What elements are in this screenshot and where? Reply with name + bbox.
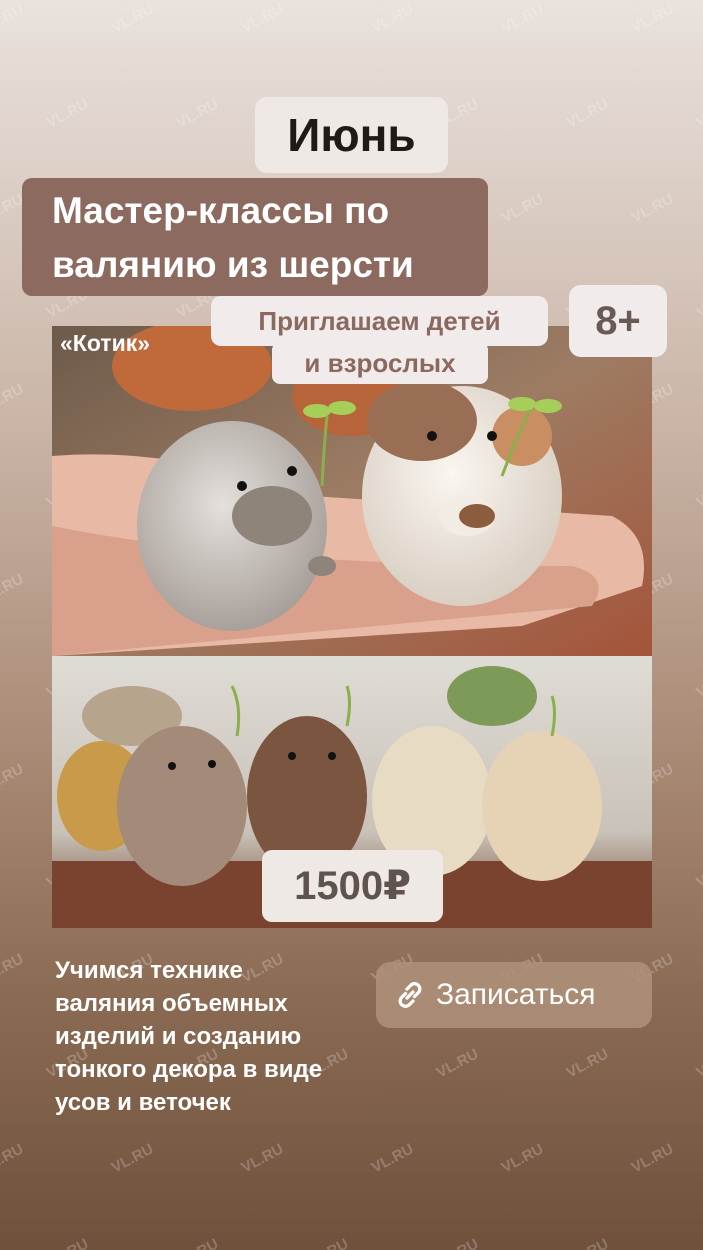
signup-label: Записаться [436, 978, 596, 1011]
watermark-text: VL.RU [628, 190, 677, 227]
watermark-text: VL.RU [498, 190, 547, 227]
watermark-text: VL.RU [693, 1045, 703, 1082]
watermark-text: VL.RU [108, 1140, 157, 1177]
watermark-text: VL.RU [563, 95, 612, 132]
watermark-text: VL.RU [628, 0, 677, 37]
watermark-text: VL.RU [174, 1235, 222, 1250]
description-line: Учимся технике [55, 957, 243, 984]
signup-link-button[interactable]: Записаться [376, 962, 652, 1028]
watermark-text: VL.RU [564, 1235, 612, 1250]
invite-line-2: и взрослых [272, 342, 488, 384]
watermark-text: VL.RU [0, 760, 27, 797]
description: Учимся технике валяния объемных изделий … [55, 954, 385, 1119]
watermark-text: VL.RU [0, 0, 27, 37]
description-line: усов и веточек [55, 1089, 231, 1116]
watermark-text: VL.RU [693, 285, 703, 322]
link-icon [392, 977, 428, 1013]
age-badge: 8+ [569, 285, 667, 357]
watermark-text: VL.RU [173, 95, 222, 132]
watermark-text: VL.RU [498, 1140, 547, 1177]
watermark-text: VL.RU [108, 0, 157, 37]
watermark-text: VL.RU [563, 1045, 612, 1082]
watermark-text: VL.RU [368, 0, 417, 37]
month-label: Июнь [255, 97, 448, 173]
watermark-text: VL.RU [693, 855, 703, 892]
watermark-text: VL.RU [693, 665, 703, 702]
watermark-text: VL.RU [238, 1140, 287, 1177]
photo-caption: «Котик» [60, 330, 151, 356]
watermark-text: VL.RU [368, 1140, 417, 1177]
watermark-text: VL.RU [43, 95, 92, 132]
description-line: тонкого декора в виде [55, 1056, 323, 1083]
invite-line-1: Приглашаем детей [211, 296, 548, 346]
watermark-text: VL.RU [44, 1235, 92, 1250]
description-line: изделий и созданию [55, 1023, 302, 1050]
watermark-text: VL.RU [693, 475, 703, 512]
watermark-text: VL.RU [304, 1235, 352, 1250]
watermark-text: VL.RU [694, 1235, 703, 1250]
watermark-text: VL.RU [434, 1235, 482, 1250]
page-title: Мастер-классы по валянию из шерсти [22, 178, 488, 296]
price-badge: 1500₽ [262, 850, 443, 922]
title-line-2: валянию из шерсти [52, 244, 414, 285]
watermark-text: VL.RU [0, 950, 27, 987]
title-line-1: Мастер-классы по [52, 190, 390, 231]
watermark-text: VL.RU [0, 1140, 27, 1177]
watermark-text: VL.RU [0, 570, 27, 607]
watermark-text: VL.RU [0, 380, 27, 417]
description-line: валяния объемных [55, 990, 288, 1017]
watermark-text: VL.RU [433, 1045, 482, 1082]
watermark-text: VL.RU [498, 0, 547, 37]
watermark-text: VL.RU [628, 1140, 677, 1177]
watermark-text: VL.RU [238, 0, 287, 37]
watermark-text: VL.RU [693, 95, 703, 132]
